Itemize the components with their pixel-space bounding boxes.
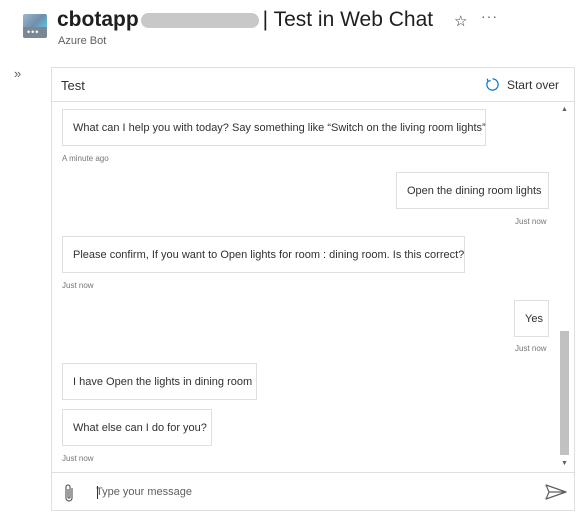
message-timestamp: Just now: [515, 217, 547, 226]
star-icon[interactable]: ☆: [454, 12, 467, 30]
bot-message: Please confirm, If you want to Open ligh…: [62, 236, 465, 273]
message-text: What else can I do for you?: [73, 421, 207, 434]
bot-message: What else can I do for you?: [62, 409, 212, 446]
user-message: Yes: [514, 300, 549, 337]
message-text: Please confirm, If you want to Open ligh…: [73, 248, 465, 261]
bot-service-icon: •••: [23, 14, 47, 38]
transcript-scrollbar[interactable]: ▲ ▼: [557, 101, 572, 471]
refresh-icon: [486, 78, 499, 91]
double-chevron-right-icon[interactable]: »: [14, 66, 21, 81]
start-over-button[interactable]: Start over: [485, 77, 559, 92]
scrollbar-thumb[interactable]: [560, 331, 569, 455]
message-text: Open the dining room lights: [407, 184, 542, 197]
page-title: cbotapp | Test in Web Chat: [57, 6, 433, 34]
chat-header: Test Start over: [52, 68, 574, 102]
resource-type: Azure Bot: [58, 35, 107, 47]
redacted-text: [140, 12, 259, 28]
message-text: Yes: [525, 312, 543, 325]
scroll-up-arrow-icon[interactable]: ▲: [557, 104, 572, 116]
send-icon[interactable]: [545, 484, 567, 500]
paperclip-icon[interactable]: [61, 482, 77, 504]
scroll-down-arrow-icon[interactable]: ▼: [557, 458, 572, 470]
page-title-text: | Test in Web Chat: [262, 8, 434, 31]
app-name: cbotapp: [57, 8, 139, 31]
text-cursor: [97, 486, 98, 499]
message-timestamp: Just now: [515, 344, 547, 353]
ellipsis-icon[interactable]: ···: [481, 8, 498, 24]
message-input[interactable]: [96, 481, 516, 503]
chat-title: Test: [61, 78, 85, 93]
start-over-label: Start over: [506, 77, 559, 92]
chat-transcript: What can I help you with today? Say some…: [52, 102, 557, 472]
web-chat-panel: Test Start over What can I help you with…: [51, 67, 575, 511]
message-timestamp: Just now: [62, 454, 94, 463]
bot-message: I have Open the lights in dining room: [62, 363, 257, 400]
message-text: What can I help you with today? Say some…: [73, 121, 486, 134]
bot-message: What can I help you with today? Say some…: [62, 109, 486, 146]
send-box: [52, 472, 574, 510]
message-text: I have Open the lights in dining room: [73, 375, 253, 388]
user-message: Open the dining room lights: [396, 172, 549, 209]
message-timestamp: A minute ago: [62, 154, 109, 163]
message-timestamp: Just now: [62, 281, 94, 290]
